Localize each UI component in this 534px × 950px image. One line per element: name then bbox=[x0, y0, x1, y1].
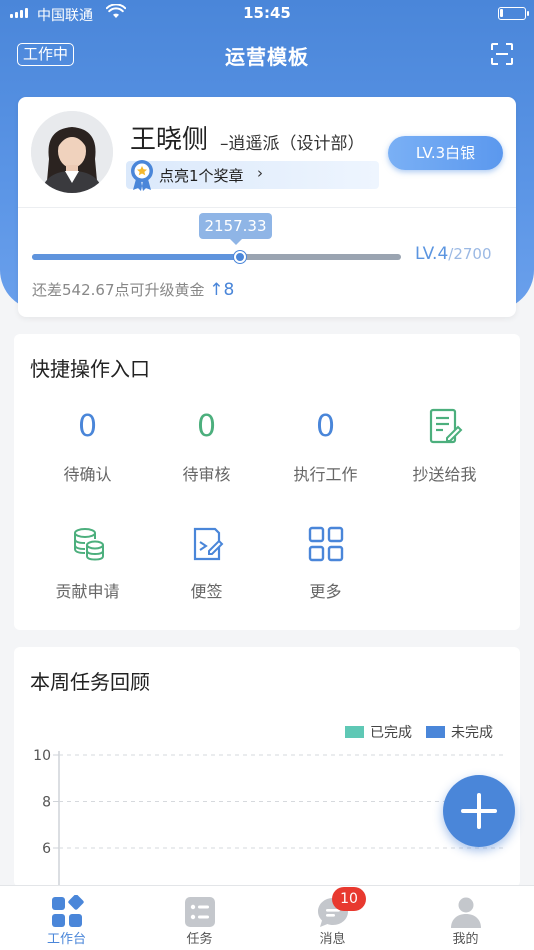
status-time: 15:45 bbox=[243, 4, 291, 22]
next-level-label: LV.4/2700 bbox=[415, 244, 492, 264]
quick-item-more[interactable]: 更多 bbox=[266, 524, 385, 602]
quick-item-pending-review[interactable]: 0 待审核 bbox=[147, 407, 266, 485]
user-group: –逍遥派（设计部） bbox=[220, 134, 365, 154]
legend-item-done: 已完成 bbox=[345, 722, 412, 742]
divider bbox=[18, 207, 516, 208]
chart-y-tick-label: 6 bbox=[42, 841, 51, 857]
tab-workbench[interactable]: 工作台 bbox=[0, 886, 133, 950]
task-list-icon bbox=[184, 897, 215, 927]
add-button[interactable] bbox=[443, 775, 515, 847]
level-progress-bar bbox=[32, 251, 401, 263]
quick-item-cc-to-me[interactable]: 抄送给我 bbox=[385, 407, 504, 485]
page-title: 运营模板 bbox=[225, 45, 309, 69]
quick-item-label: 待确认 bbox=[63, 465, 112, 484]
rank-up-icon: ↑ bbox=[209, 280, 224, 300]
document-edit-icon bbox=[429, 408, 462, 444]
quick-item-label: 执行工作 bbox=[293, 465, 358, 484]
nav-bar: 工作中 运营模板 bbox=[0, 36, 534, 76]
status-bar: 中国联通 15:45 bbox=[0, 0, 534, 28]
quick-item-label: 抄送给我 bbox=[412, 465, 477, 484]
quick-item-label: 更多 bbox=[309, 582, 342, 601]
pending-confirm-count: 0 bbox=[77, 409, 98, 444]
legend-item-undone: 未完成 bbox=[426, 722, 493, 742]
chart-y-tick-label: 10 bbox=[33, 748, 51, 764]
medal-text: 点亮1个奖章 bbox=[159, 167, 244, 185]
quick-item-label: 贡献申请 bbox=[55, 582, 120, 601]
medal-link[interactable]: 点亮1个奖章 › bbox=[126, 160, 379, 191]
chevron-right-icon: › bbox=[257, 164, 263, 182]
scan-icon[interactable] bbox=[490, 42, 514, 66]
chart-legend: 已完成 未完成 bbox=[345, 722, 493, 742]
progress-value-tooltip: 2157.33 bbox=[199, 213, 272, 245]
remain-text: 还差542.67点可升级黄金 ↑8 bbox=[32, 280, 235, 300]
user-icon bbox=[450, 897, 481, 928]
battery-icon bbox=[498, 7, 529, 20]
quick-actions-title: 快捷操作入口 bbox=[30, 357, 150, 381]
next-level-total: /2700 bbox=[448, 245, 492, 263]
tab-bar: 工作台 任务 消息 我的 bbox=[0, 885, 534, 950]
quick-item-label: 待审核 bbox=[182, 465, 231, 484]
quick-item-pending-confirm[interactable]: 0 待确认 bbox=[28, 407, 147, 485]
progress-fill bbox=[32, 254, 240, 260]
quick-item-execute-work[interactable]: 0 执行工作 bbox=[266, 407, 385, 485]
tab-label: 消息 bbox=[319, 932, 346, 947]
note-edit-icon bbox=[193, 527, 223, 561]
quick-item-contribution[interactable]: 贡献申请 bbox=[28, 524, 147, 602]
chart-y-tick-label: 8 bbox=[42, 795, 51, 811]
profile-card: 王晓侧 –逍遥派（设计部） 点亮1个奖章 › LV.3白银 2157.33 LV… bbox=[18, 97, 516, 317]
rank-up-value: 8 bbox=[223, 280, 235, 300]
level-button[interactable]: LV.3白银 bbox=[388, 136, 503, 170]
weekly-review-card: 本周任务回顾 已完成 未完成 10 8 6 bbox=[14, 647, 520, 887]
tab-label: 我的 bbox=[452, 932, 479, 947]
grid-more-icon bbox=[308, 526, 343, 562]
tab-mine[interactable]: 我的 bbox=[399, 886, 532, 950]
database-stack-icon bbox=[73, 528, 104, 561]
progress-knob bbox=[233, 251, 246, 263]
execute-work-count: 0 bbox=[315, 409, 336, 444]
medal-icon bbox=[131, 160, 153, 191]
tab-label: 工作台 bbox=[46, 932, 86, 947]
message-count-badge: 10 bbox=[332, 887, 366, 911]
tab-label: 任务 bbox=[186, 932, 213, 947]
quick-item-notes[interactable]: 便签 bbox=[147, 524, 266, 602]
tab-tasks[interactable]: 任务 bbox=[133, 886, 266, 950]
avatar[interactable] bbox=[31, 111, 113, 193]
pending-review-count: 0 bbox=[196, 409, 217, 444]
workbench-icon bbox=[51, 895, 84, 927]
weekly-review-title: 本周任务回顾 bbox=[30, 670, 150, 694]
quick-actions-card: 快捷操作入口 0 待确认 0 待审核 0 执行工作 抄送给我 贡献申请 便签 更… bbox=[14, 334, 520, 630]
user-name: 王晓侧 bbox=[130, 125, 209, 155]
quick-item-label: 便签 bbox=[190, 582, 223, 601]
